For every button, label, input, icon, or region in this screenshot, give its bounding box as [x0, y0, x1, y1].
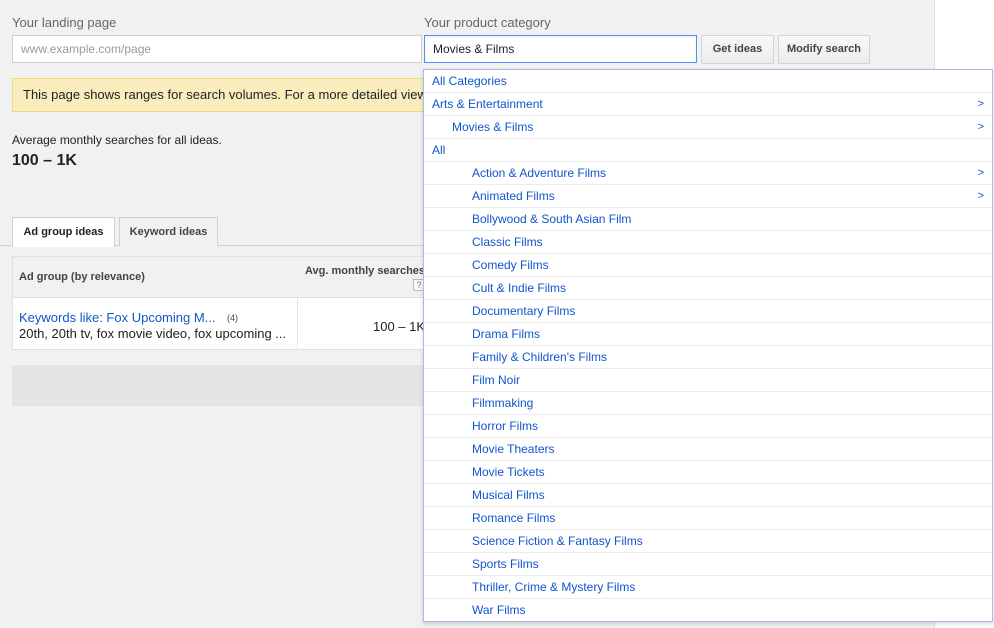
average-searches-label: Average monthly searches for all ideas.: [12, 133, 222, 147]
chevron-right-icon[interactable]: >: [978, 116, 984, 139]
category-option[interactable]: Classic Films: [424, 231, 992, 254]
category-option[interactable]: Movies & Films >: [424, 116, 992, 139]
category-option[interactable]: Film Noir: [424, 369, 992, 392]
chevron-right-icon[interactable]: >: [978, 93, 984, 116]
category-option[interactable]: Science Fiction & Fantasy Films: [424, 530, 992, 553]
landing-page-input[interactable]: [12, 35, 422, 63]
category-option-label: Cult & Indie Films: [472, 281, 567, 295]
category-option[interactable]: Filmmaking: [424, 392, 992, 415]
product-category-input[interactable]: [424, 35, 697, 63]
column-header-avg-searches[interactable]: Avg. monthly searches: [305, 265, 425, 277]
modify-search-button[interactable]: Modify search: [778, 35, 870, 64]
category-option-label: Thriller, Crime & Mystery Films: [472, 580, 636, 594]
category-option-label: Animated Films: [472, 189, 555, 203]
category-option[interactable]: Sports Films: [424, 553, 992, 576]
category-option[interactable]: Movie Theaters: [424, 438, 992, 461]
category-option-label: Arts & Entertainment: [432, 97, 543, 111]
category-option-label: Romance Films: [472, 511, 556, 525]
category-option-label: Movies & Films: [452, 120, 534, 134]
category-option[interactable]: Drama Films: [424, 323, 992, 346]
category-option[interactable]: Animated Films >: [424, 185, 992, 208]
category-option[interactable]: Comedy Films: [424, 254, 992, 277]
category-option-label: Drama Films: [472, 327, 540, 341]
category-option-label: All Categories: [432, 74, 507, 88]
category-option[interactable]: Bollywood & South Asian Film: [424, 208, 992, 231]
category-option[interactable]: Horror Films: [424, 415, 992, 438]
column-header-ad-group[interactable]: Ad group (by relevance): [19, 271, 145, 283]
category-option[interactable]: Family & Children's Films: [424, 346, 992, 369]
category-option[interactable]: All Categories: [424, 70, 992, 93]
category-option-label: Action & Adventure Films: [472, 166, 607, 180]
landing-page-label: Your landing page: [12, 15, 117, 30]
product-category-label: Your product category: [424, 15, 551, 30]
chevron-right-icon[interactable]: >: [978, 185, 984, 208]
ad-group-table: Ad group (by relevance) Avg. monthly sea…: [12, 256, 426, 350]
category-option-label: Classic Films: [472, 235, 543, 249]
notice-banner: This page shows ranges for search volume…: [12, 78, 424, 112]
category-option[interactable]: All: [424, 139, 992, 162]
category-option-label: Documentary Films: [472, 304, 576, 318]
category-option-label: Filmmaking: [472, 396, 534, 410]
get-ideas-button[interactable]: Get ideas: [701, 35, 774, 64]
category-option-label: All: [432, 143, 446, 157]
category-option[interactable]: Thriller, Crime & Mystery Films: [424, 576, 992, 599]
category-option[interactable]: Romance Films: [424, 507, 992, 530]
chevron-right-icon[interactable]: >: [978, 162, 984, 185]
category-option[interactable]: War Films: [424, 599, 992, 622]
category-option-label: Comedy Films: [472, 258, 549, 272]
category-option[interactable]: Musical Films: [424, 484, 992, 507]
category-option-label: Science Fiction & Fantasy Films: [472, 534, 643, 548]
category-option[interactable]: Cult & Indie Films: [424, 277, 992, 300]
tab-ad-group-ideas[interactable]: Ad group ideas: [12, 217, 115, 247]
column-divider: [297, 298, 298, 350]
category-option[interactable]: Action & Adventure Films >: [424, 162, 992, 185]
category-option-label: Movie Tickets: [472, 465, 545, 479]
average-searches-value: 100 – 1K: [12, 152, 77, 169]
category-option-label: Musical Films: [472, 488, 545, 502]
category-option[interactable]: Arts & Entertainment >: [424, 93, 992, 116]
table-header: Ad group (by relevance) Avg. monthly sea…: [13, 257, 425, 298]
category-option-label: Horror Films: [472, 419, 538, 433]
tab-keyword-ideas[interactable]: Keyword ideas: [119, 217, 218, 246]
ad-group-keywords: 20th, 20th tv, fox movie video, fox upco…: [19, 326, 287, 341]
category-option-label: Sports Films: [472, 557, 539, 571]
table-footer-bar: [12, 365, 424, 406]
category-option[interactable]: Movie Tickets: [424, 461, 992, 484]
category-option-label: Bollywood & South Asian Film: [472, 212, 632, 226]
category-option-label: Film Noir: [472, 373, 520, 387]
category-option-label: Family & Children's Films: [472, 350, 607, 364]
category-option[interactable]: Documentary Films: [424, 300, 992, 323]
keyword-count: (4): [227, 313, 238, 323]
ad-group-avg-searches: 100 – 1K: [373, 319, 426, 334]
category-option-label: War Films: [472, 603, 526, 617]
category-option-label: Movie Theaters: [472, 442, 555, 456]
category-dropdown[interactable]: All Categories Arts & Entertainment > Movie…: [423, 69, 993, 622]
ad-group-link[interactable]: Keywords like: Fox Upcoming M...: [19, 310, 216, 325]
